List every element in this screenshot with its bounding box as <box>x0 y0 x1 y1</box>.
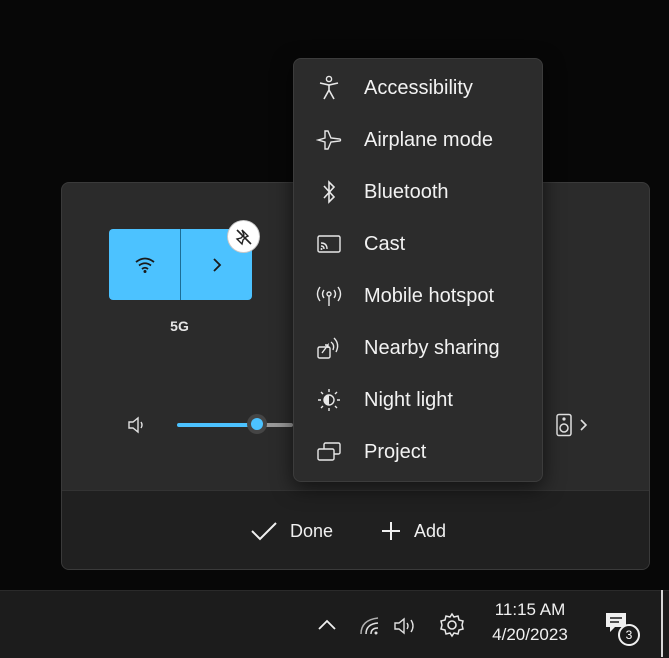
show-hidden-icons-button[interactable] <box>314 612 340 638</box>
menu-item-bluetooth[interactable]: Bluetooth <box>294 166 542 218</box>
menu-item-label: Project <box>364 440 427 463</box>
chevron-right-icon <box>212 257 221 272</box>
settings-button[interactable] <box>438 611 466 639</box>
checkmark-icon <box>251 522 277 541</box>
menu-item-cast[interactable]: Cast <box>294 218 542 270</box>
menu-item-label: Night light <box>364 388 453 411</box>
notification-count-badge: 3 <box>618 624 640 646</box>
menu-item-label: Accessibility <box>364 76 473 99</box>
menu-item-project[interactable]: Project <box>294 426 542 478</box>
accessibility-icon <box>316 75 342 101</box>
clock-time: 11:15 AM <box>494 600 566 619</box>
add-label: Add <box>414 520 447 541</box>
unpin-button[interactable] <box>228 221 259 252</box>
show-desktop-edge[interactable] <box>661 590 663 657</box>
panel-footer <box>62 490 649 569</box>
wifi-icon <box>360 617 379 635</box>
menu-item-label: Cast <box>364 232 406 255</box>
volume-slider-thumb[interactable] <box>247 414 267 434</box>
bluetooth-icon <box>316 179 342 205</box>
menu-item-night-light[interactable]: Night light <box>294 374 542 426</box>
plus-icon <box>382 522 400 540</box>
menu-item-mobile-hotspot[interactable]: Mobile hotspot <box>294 270 542 322</box>
network-volume-tray-button[interactable] <box>355 612 425 640</box>
menu-item-airplane-mode[interactable]: Airplane mode <box>294 114 542 166</box>
nearby-sharing-icon <box>316 335 342 361</box>
chevron-right-icon <box>580 419 588 431</box>
clock-date: 4/20/2023 <box>492 625 568 644</box>
slider-thumb-dot <box>251 418 263 430</box>
cast-icon <box>316 231 342 257</box>
done-button[interactable]: Done <box>250 515 333 547</box>
volume-icon <box>394 617 414 635</box>
done-label: Done <box>290 520 334 541</box>
add-button[interactable]: Add <box>380 515 446 547</box>
wifi-toggle-button[interactable] <box>109 229 180 300</box>
wifi-tile-label: 5G <box>170 318 189 334</box>
unpin-icon <box>235 228 252 245</box>
audio-output-button[interactable] <box>555 413 589 437</box>
menu-item-accessibility[interactable]: Accessibility <box>294 62 542 114</box>
airplane-icon <box>316 127 342 153</box>
volume-mute-button[interactable] <box>126 415 148 440</box>
night-light-icon <box>316 387 342 413</box>
taskbar-clock[interactable]: 11:15 AM 4/20/2023 <box>482 597 578 647</box>
wifi-icon <box>134 257 155 273</box>
menu-item-nearby-sharing[interactable]: Nearby sharing <box>294 322 542 374</box>
volume-slider-fill <box>177 423 257 427</box>
menu-item-label: Nearby sharing <box>364 336 500 359</box>
settings-gear-icon <box>440 612 464 638</box>
hotspot-icon <box>316 283 342 309</box>
menu-item-label: Mobile hotspot <box>364 284 495 307</box>
chevron-up-icon <box>318 619 336 630</box>
project-icon <box>316 439 342 465</box>
speaker-device-icon <box>556 413 572 437</box>
speaker-icon <box>128 416 143 434</box>
menu-item-label: Bluetooth <box>364 180 449 203</box>
menu-item-label: Airplane mode <box>364 128 493 151</box>
add-tile-menu: Accessibility Airplane mode Bluetooth Ca… <box>293 58 543 482</box>
